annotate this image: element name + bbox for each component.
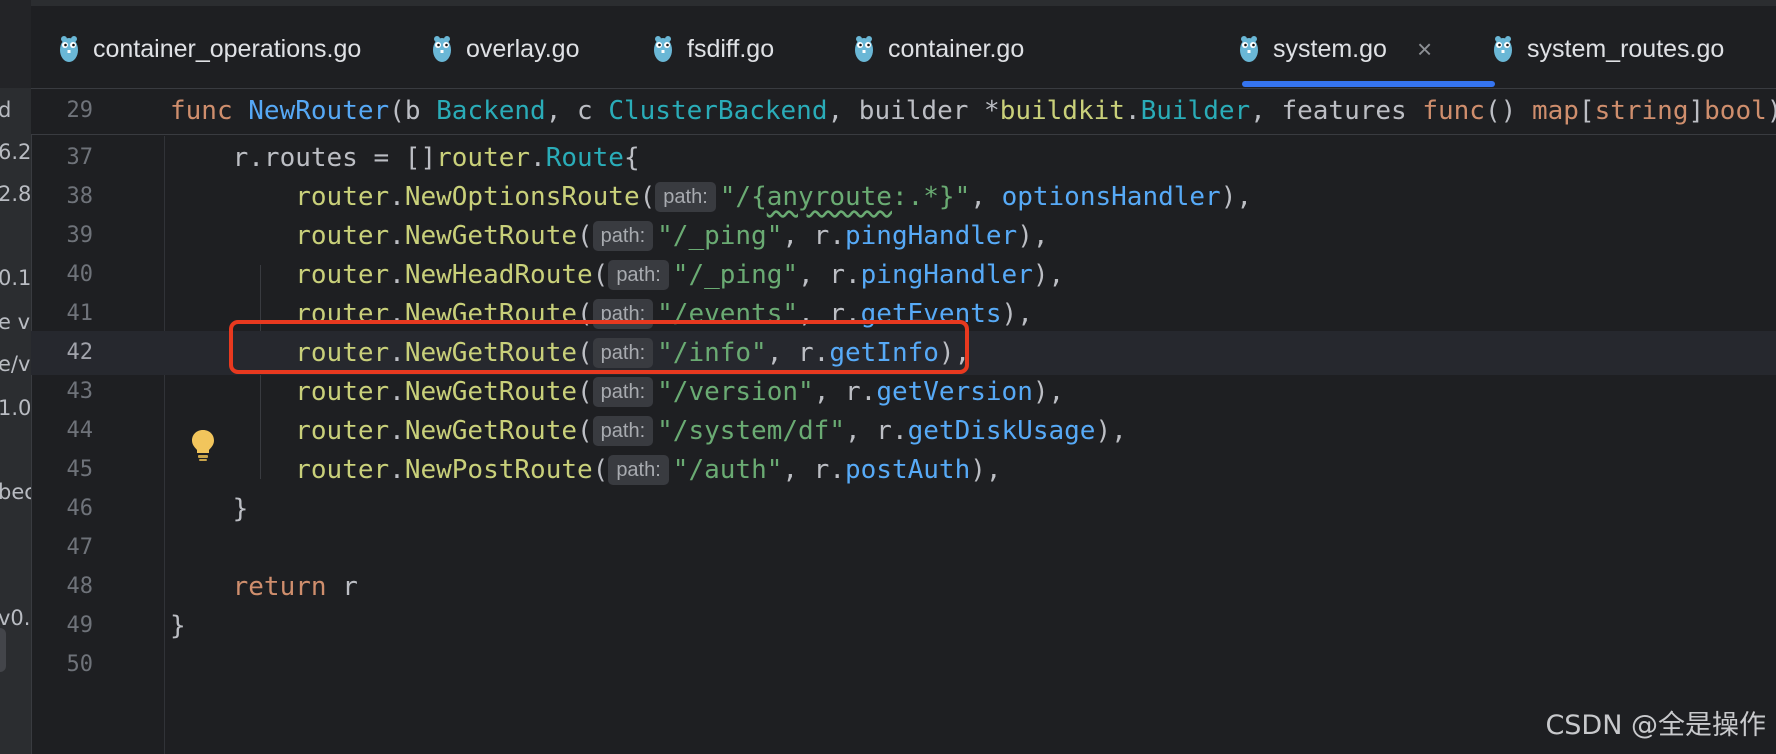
lightbulb-icon[interactable] <box>190 428 216 462</box>
line-number: 50 <box>66 652 94 677</box>
line-number: 29 <box>66 98 94 123</box>
code-text: router.NewHeadRoute(path: "/_ping", r.pin… <box>295 260 1065 290</box>
code-line[interactable]: 43 router.NewGetRoute(path: "/version", r… <box>31 370 1776 414</box>
tab-label: system.go <box>1273 34 1387 63</box>
go-gopher-icon <box>1494 36 1512 62</box>
code-text: } <box>170 494 249 524</box>
tab-container-operations[interactable]: container_operations.go <box>57 20 361 78</box>
line-number: 39 <box>66 223 94 248</box>
code-text: router.NewGetRoute(path: "/system/df", r.… <box>295 416 1127 446</box>
go-gopher-icon <box>1240 36 1258 62</box>
parameter-hint: path: <box>592 377 654 407</box>
go-gopher-icon <box>433 36 451 62</box>
red-highlight-box <box>229 320 969 374</box>
tab-fsdiff[interactable]: fsdiff.go <box>651 20 774 78</box>
code-text: } <box>170 611 186 641</box>
tab-container[interactable]: container.go <box>852 20 1024 78</box>
line-number: 44 <box>66 418 94 443</box>
line-number: 47 <box>66 535 94 560</box>
go-gopher-icon <box>654 36 672 62</box>
code-line[interactable]: 50 <box>31 643 1776 687</box>
code-line[interactable]: 44 router.NewGetRoute(path: "/system/df",… <box>31 409 1776 453</box>
parameter-hint: path: <box>592 416 654 446</box>
panel-fragment: e/v <box>0 352 31 376</box>
panel-fragment: 2.8 <box>0 182 32 206</box>
panel-fragment: bec <box>0 480 31 504</box>
code-text: router.NewPostRoute(path: "/auth", r.post… <box>295 455 1002 485</box>
sticky-scope-header[interactable]: 29 func NewRouter(b Backend, c ClusterBa… <box>31 89 1776 135</box>
code-line[interactable]: 38 router.NewOptionsRoute(path: "/{anyrou… <box>31 175 1776 219</box>
code-line[interactable]: 47 <box>31 526 1776 570</box>
line-number: 48 <box>66 574 94 599</box>
parameter-hint: path: <box>592 221 654 251</box>
code-text: router.NewOptionsRoute(path: "/{anyroute:… <box>295 182 1253 212</box>
go-gopher-icon <box>855 36 873 62</box>
editor-tab-bar: container_operations.go overlay.go fsdif… <box>31 0 1776 89</box>
code-line[interactable]: 46 } <box>31 487 1776 531</box>
line-number: 42 <box>66 340 94 365</box>
panel-fragment: 0.1 <box>0 266 32 290</box>
code-line[interactable]: 48 return r <box>31 565 1776 609</box>
code-line[interactable]: 45 router.NewPostRoute(path: "/auth", r.p… <box>31 448 1776 492</box>
parameter-hint: path: <box>608 260 669 290</box>
tab-label: container.go <box>888 34 1025 63</box>
panel-fragment: 6.2 <box>0 140 32 164</box>
line-number: 38 <box>66 184 94 209</box>
line-number: 45 <box>66 457 94 482</box>
go-gopher-icon <box>60 36 78 62</box>
code-text: router.NewGetRoute(path: "/_ping", r.ping… <box>295 221 1049 251</box>
panel-fragment: v0. <box>0 606 31 630</box>
panel-fragment: 1.0 <box>0 396 32 420</box>
tab-label: system_routes.go <box>1527 34 1725 63</box>
code-text: r.routes = []router.Route{ <box>170 143 640 173</box>
code-text: return r <box>232 572 358 602</box>
code-editor[interactable]: 29 func NewRouter(b Backend, c ClusterBa… <box>31 89 1776 754</box>
active-tab-indicator <box>1242 81 1495 87</box>
tab-label: overlay.go <box>466 34 580 63</box>
line-number: 41 <box>66 301 94 326</box>
code-line[interactable]: 49 } <box>31 604 1776 648</box>
tab-overlay[interactable]: overlay.go <box>430 20 580 78</box>
watermark: CSDN @全是操作 <box>1545 710 1766 741</box>
tab-label: fsdiff.go <box>687 34 775 63</box>
parameter-hint: path: <box>655 182 716 212</box>
tab-bar-top-strip <box>31 0 1776 6</box>
code-line[interactable]: 39 router.NewGetRoute(path: "/_ping", r.p… <box>31 214 1776 258</box>
code-text: router.NewGetRoute(path: "/version", r.ge… <box>295 377 1065 407</box>
sticky-code: func NewRouter(b Backend, c ClusterBacke… <box>170 96 1776 126</box>
tab-system-active[interactable]: system.go × <box>1237 20 1432 78</box>
parameter-hint: path: <box>608 455 669 485</box>
line-number: 43 <box>66 379 94 404</box>
left-side-panel: d 6.2 2.8 0.1 e v e/v 1.0 bec v0. <box>0 0 32 754</box>
line-number: 37 <box>66 145 94 170</box>
panel-scroll-knob[interactable] <box>0 628 6 672</box>
tab-system-routes[interactable]: system_routes.go <box>1491 20 1724 78</box>
panel-fragment: e v <box>0 310 31 334</box>
line-number: 46 <box>66 496 94 521</box>
left-panel-header <box>0 0 31 88</box>
line-number: 40 <box>66 262 94 287</box>
code-line[interactable]: 40 router.NewHeadRoute(path: "/_ping", r.… <box>31 253 1776 297</box>
line-number: 49 <box>66 613 94 638</box>
tab-label: container_operations.go <box>93 34 362 63</box>
panel-fragment: d <box>0 98 11 122</box>
code-line[interactable]: 37 r.routes = []router.Route{ <box>31 136 1776 180</box>
tab-close-icon[interactable]: × <box>1417 34 1432 65</box>
